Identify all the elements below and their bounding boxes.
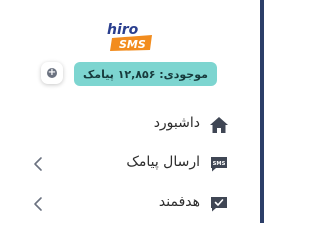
home-icon xyxy=(208,116,230,134)
hiro-sms-logo[interactable]: hiro SMS xyxy=(104,19,156,53)
logo-hiro-text: hiro xyxy=(107,22,139,38)
message-check-icon xyxy=(208,195,230,213)
plus-circle-icon: + xyxy=(47,67,57,78)
logo-graphic: hiro SMS xyxy=(107,22,152,51)
chevron-left-icon xyxy=(32,155,44,173)
sidebar-item-label: هدفمند xyxy=(158,194,200,210)
sidebar-item-label: ارسال پیامک xyxy=(126,154,200,170)
svg-text:SMS: SMS xyxy=(213,161,226,167)
sidebar-item-send-sms[interactable]: SMS ارسال پیامک xyxy=(0,149,240,179)
sidebar-item-targeted[interactable]: هدفمند xyxy=(0,189,240,219)
sms-icon: SMS xyxy=(208,155,230,173)
logo-sms-text: SMS xyxy=(119,38,146,51)
balance-text: موجودی: ۱۲,۸۵۶ پیامک xyxy=(83,67,208,81)
sidebar-border xyxy=(260,0,264,223)
sidebar-item-label: داشبورد xyxy=(153,115,200,131)
sidebar: hiro SMS + موجودی: ۱۲,۸۵۶ پیامک داشبورد … xyxy=(0,0,264,223)
chevron-left-icon xyxy=(32,195,44,213)
sidebar-item-dashboard[interactable]: داشبورد xyxy=(0,110,240,140)
add-credit-button[interactable]: + xyxy=(41,62,63,84)
balance-badge: موجودی: ۱۲,۸۵۶ پیامک xyxy=(74,62,217,86)
